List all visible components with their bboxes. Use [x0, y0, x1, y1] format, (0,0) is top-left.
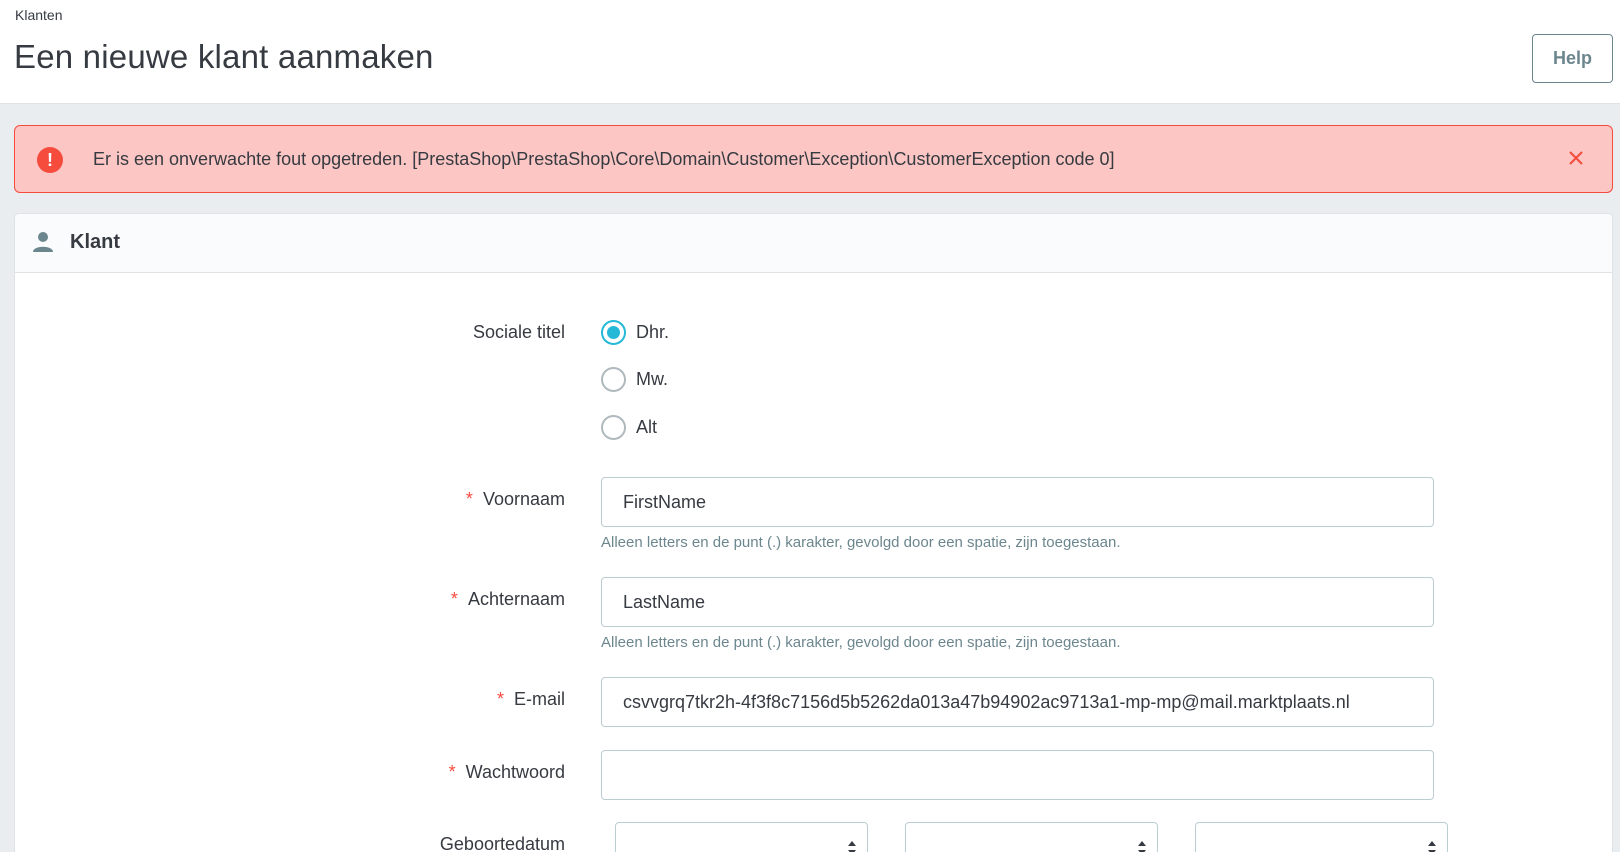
- radio-option-dhr[interactable]: Dhr.: [601, 318, 669, 346]
- person-icon: [33, 232, 53, 252]
- card-header: Klant: [15, 214, 1612, 273]
- sort-arrows-icon: [848, 841, 856, 852]
- radio-button[interactable]: [601, 366, 626, 392]
- birthday-day-select[interactable]: [615, 822, 868, 852]
- sort-arrows-icon: [1428, 841, 1436, 852]
- page-header: Klanten Een nieuwe klant aanmaken Help: [0, 0, 1620, 104]
- lastname-hint: Alleen letters en de punt (.) karakter, …: [601, 634, 1121, 651]
- radio-option-mw[interactable]: Mw.: [601, 365, 668, 393]
- birthday-year-select[interactable]: [1195, 822, 1448, 852]
- firstname-label: * Voornaam: [465, 489, 565, 509]
- required-marker: *: [450, 589, 458, 609]
- radio-label: Alt: [636, 416, 658, 437]
- close-alert-button[interactable]: [1563, 145, 1589, 171]
- alert-message: Er is een onverwachte fout opgetreden. […: [93, 149, 1115, 169]
- password-label: * Wachtwoord: [448, 762, 565, 782]
- birthday-label: Geboortedatum: [439, 834, 565, 852]
- exclamation-circle-icon: !: [37, 147, 63, 173]
- email-input[interactable]: [601, 677, 1434, 727]
- sort-arrows-icon: [1138, 841, 1146, 852]
- lastname-label: * Achternaam: [450, 589, 565, 609]
- required-marker: *: [465, 489, 473, 509]
- social-title-label: Sociale titel: [472, 322, 565, 342]
- birthday-month-select[interactable]: [905, 822, 1158, 852]
- email-label: * E-mail: [496, 689, 565, 709]
- lastname-input[interactable]: [601, 577, 1434, 627]
- help-button[interactable]: Help: [1532, 34, 1613, 83]
- card-title: Klant: [70, 231, 120, 253]
- breadcrumb[interactable]: Klanten: [15, 7, 62, 23]
- firstname-input[interactable]: [601, 477, 1434, 527]
- radio-label: Dhr.: [636, 321, 670, 342]
- radio-label: Mw.: [636, 368, 669, 389]
- firstname-hint: Alleen letters en de punt (.) karakter, …: [601, 534, 1121, 551]
- required-marker: *: [496, 689, 504, 709]
- required-marker: *: [448, 762, 456, 782]
- page-title: Een nieuwe klant aanmaken: [14, 38, 434, 75]
- radio-button[interactable]: [601, 319, 626, 345]
- error-alert: ! Er is een onverwachte fout opgetreden.…: [14, 125, 1613, 193]
- close-icon: [1569, 151, 1583, 165]
- password-input[interactable]: [601, 750, 1434, 800]
- radio-option-alt[interactable]: Alt: [601, 413, 657, 441]
- radio-button[interactable]: [601, 414, 626, 440]
